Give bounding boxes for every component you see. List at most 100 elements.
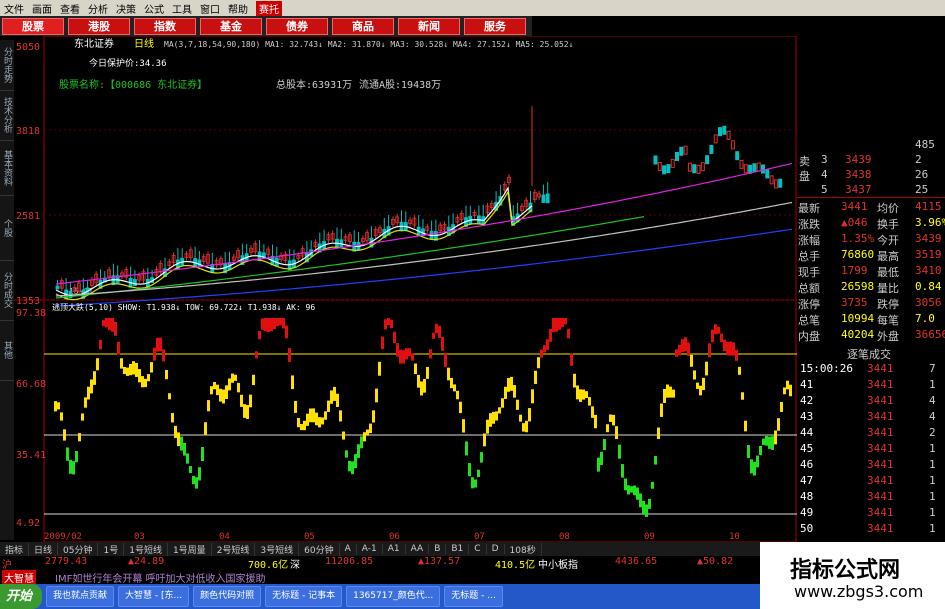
menu-item-8[interactable]: 帮助: [224, 1, 252, 16]
period-tab-8[interactable]: 60分钟: [299, 542, 340, 556]
indicator-bar: [81, 413, 84, 421]
menu-item-5[interactable]: 公式: [140, 1, 168, 16]
indicator-bar: [579, 389, 582, 402]
left-tab-4[interactable]: 分时成交: [0, 260, 14, 321]
stat-label: 涨幅: [798, 234, 820, 247]
indicator-bar: [468, 463, 471, 477]
indicator-bar: [612, 414, 615, 426]
period-tab-16[interactable]: D: [487, 544, 505, 554]
indicator-bar: [576, 385, 579, 400]
indicator-bar: [297, 417, 300, 428]
ma-line-3: [55, 162, 793, 285]
sz-value: 11206.85: [325, 556, 374, 567]
candle-body: [735, 151, 740, 161]
category-button-7[interactable]: 服务: [464, 17, 526, 35]
left-tab-3[interactable]: 个股: [0, 195, 14, 261]
menu-item-2[interactable]: 查看: [56, 1, 84, 16]
news-text[interactable]: IMF如世行年会开幕 呼吁加大对低收入国家援助: [55, 570, 266, 585]
menu-item-6[interactable]: 工具: [168, 1, 196, 16]
news-ticker[interactable]: 大智慧 IMF如世行年会开幕 呼吁加大对低收入国家援助: [0, 570, 760, 585]
indicator-bar: [411, 353, 414, 361]
period-tab-2[interactable]: 05分钟: [58, 542, 99, 556]
x-axis-label: 09: [644, 532, 655, 542]
sh-value: 2779.43: [45, 556, 88, 567]
windows-taskbar: 开始 我也就点贡献 大智慧 - [东... 颜色代码对照 无标题 - 记事本 13657…: [0, 584, 760, 609]
candle-body: [718, 127, 722, 137]
taskbar-task-0[interactable]: 我也就点贡献: [46, 586, 115, 607]
indicator-bar: [660, 403, 663, 417]
period-tab-7[interactable]: 3号短线: [255, 542, 300, 556]
period-tab-10[interactable]: A-1: [357, 544, 383, 554]
indicator-axis-label: 97.38: [16, 308, 46, 319]
indicator-bar: [120, 358, 123, 369]
indicator-bar: [384, 319, 387, 330]
indicator-bar: [522, 423, 525, 432]
period-tab-5[interactable]: 1号周量: [168, 542, 212, 556]
left-tab-0[interactable]: 分时走势: [0, 40, 14, 91]
indicator-bar: [615, 426, 618, 440]
indicator-bar: [558, 318, 561, 330]
period-tab-3[interactable]: 1号: [98, 542, 125, 556]
period-tab-13[interactable]: B: [429, 544, 447, 554]
left-tab-1[interactable]: 技术分析: [0, 90, 14, 141]
indicator-bar: [456, 390, 459, 400]
category-button-3[interactable]: 基金: [200, 17, 262, 35]
category-button-2[interactable]: 指数: [134, 17, 196, 35]
sz-amount: 410.5亿: [495, 560, 536, 571]
taskbar-task-5[interactable]: 无标题 - ...: [444, 586, 503, 607]
period-tab-14[interactable]: B1: [446, 544, 470, 554]
indicator-bar: [600, 451, 603, 466]
taskbar-task-1[interactable]: 大智慧 - [东...: [118, 586, 190, 607]
orderbook-index: 4: [821, 168, 828, 181]
menu-item-3[interactable]: 分析: [84, 1, 112, 16]
period-tab-4[interactable]: 1号短线: [124, 542, 168, 556]
category-button-5[interactable]: 商品: [332, 17, 394, 35]
indicator-bar: [684, 337, 687, 352]
period-tab-0[interactable]: 指标: [0, 542, 30, 556]
category-button-6[interactable]: 新闻: [398, 17, 460, 35]
period-selector: 指标 日线 05分钟 1号 1号短线 1号周量 2号短线 3号短线 60分钟 A A-1 A1 AA B B…: [0, 542, 760, 556]
period-tab-9[interactable]: A: [340, 544, 357, 554]
indicator-bar: [294, 400, 297, 413]
indicator-bar: [633, 485, 636, 496]
indicator-bar: [252, 374, 255, 386]
period-tab-17[interactable]: 108秒: [505, 542, 542, 556]
category-button-1[interactable]: 港股: [68, 17, 130, 35]
trade-price: 3441: [867, 522, 894, 535]
period-tab-11[interactable]: A1: [383, 544, 406, 554]
category-button-0[interactable]: 股票: [2, 17, 64, 35]
period-tab-12[interactable]: AA: [406, 544, 430, 554]
indicator-bar: [429, 349, 432, 359]
taskbar-task-2[interactable]: 颜色代码对照: [193, 586, 262, 607]
indicator-bar: [492, 411, 495, 424]
trade-price: 3441: [867, 362, 894, 375]
period-tab-15[interactable]: C: [469, 544, 487, 554]
kline-chart[interactable]: 东北证券 日线 MA(3,7,18,54,90,180) MA1: 32.743↓ …: [14, 36, 797, 542]
ma-line-4: [55, 216, 645, 299]
indicator-bar: [234, 374, 237, 381]
orderbook-volume: 25: [915, 183, 929, 196]
menu-item-4[interactable]: 决策: [112, 1, 140, 16]
taskbar-task-3[interactable]: 无标题 - 记事本: [265, 586, 343, 607]
trade-price: 3441: [867, 426, 894, 439]
candle-body: [675, 151, 679, 161]
indicator-bar: [348, 460, 351, 472]
candle-body: [730, 140, 735, 150]
taskbar-task-4[interactable]: 1365717_颜色代...: [346, 586, 441, 607]
menu-item-7[interactable]: 窗口: [196, 1, 224, 16]
period-tab-6[interactable]: 2号短线: [212, 542, 256, 556]
trade-price: 3441: [867, 506, 894, 519]
indicator-bar: [606, 424, 609, 433]
left-tab-5[interactable]: 其他: [0, 320, 14, 381]
indicator-bar: [444, 352, 447, 367]
menu-item-0[interactable]: 文件: [0, 1, 28, 16]
category-button-4[interactable]: 债券: [266, 17, 328, 35]
stat-label: 涨跌: [798, 218, 820, 231]
start-button[interactable]: 开始: [0, 584, 43, 609]
indicator-bar: [231, 373, 234, 383]
period-tab-1[interactable]: 日线: [29, 542, 59, 556]
indicator-bar: [588, 397, 591, 406]
left-tab-2[interactable]: 基本资料: [0, 140, 14, 196]
indicator-bar: [585, 391, 588, 399]
menu-item-1[interactable]: 画面: [28, 1, 56, 16]
